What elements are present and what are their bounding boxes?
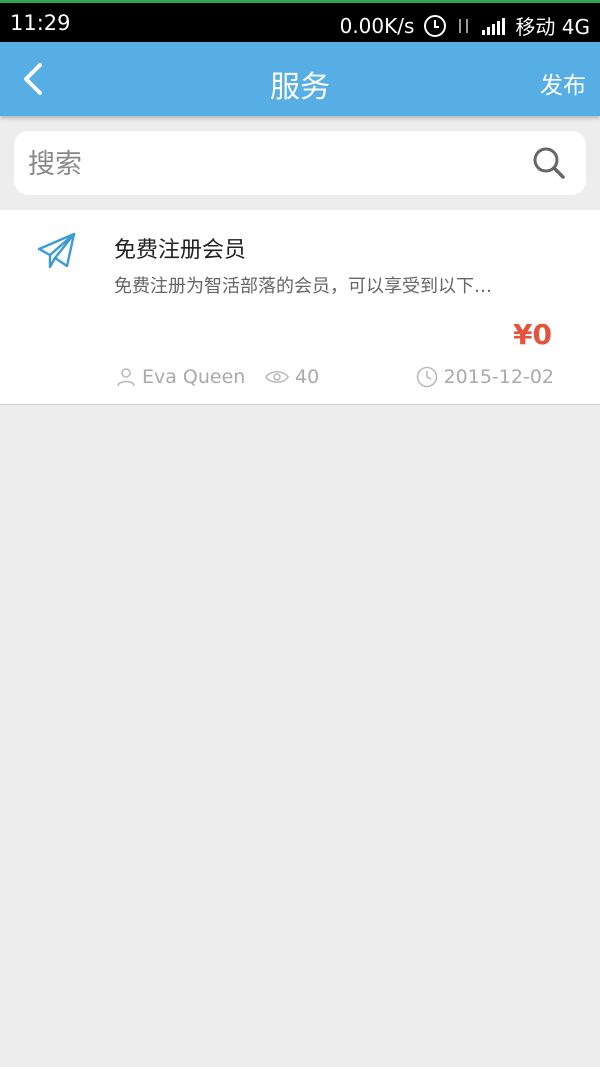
app-bar: 服务 发布: [0, 42, 600, 116]
status-time: 11:29: [10, 11, 71, 35]
item-price: ¥0: [513, 318, 552, 351]
item-date: 2015-12-02: [416, 366, 554, 388]
carrier-label: 移动 4G: [515, 15, 590, 39]
list-item[interactable]: 免费注册会员 免费注册为智活部落的会员，可以享受到以下… ¥0 Eva Quee…: [0, 210, 600, 405]
alarm-icon: [424, 14, 447, 37]
data-transfer-icon: [456, 17, 472, 35]
signal-icon: [482, 17, 506, 35]
clock-icon: [416, 366, 437, 388]
status-right: 0.00K/s 移动 4G: [340, 11, 590, 40]
author-name: Eva Queen: [142, 366, 246, 388]
item-description: 免费注册为智活部落的会员，可以享受到以下…: [114, 276, 492, 297]
item-views: 40: [265, 366, 319, 388]
search-bar: [14, 131, 586, 195]
search-input[interactable]: [26, 141, 520, 187]
status-bar: 11:29 0.00K/s 移动 4G: [0, 0, 600, 42]
network-speed: 0.00K/s: [339, 13, 415, 38]
item-author: Eva Queen: [116, 366, 245, 388]
view-count: 40: [295, 366, 320, 388]
user-icon: [117, 368, 135, 387]
item-title: 免费注册会员: [114, 238, 247, 263]
search-icon[interactable]: [532, 146, 566, 180]
eye-icon: [265, 370, 289, 384]
date-text: 2015-12-02: [443, 366, 554, 388]
page-title: 服务: [270, 70, 330, 105]
paper-plane-icon: [37, 232, 76, 269]
publish-button[interactable]: 发布: [540, 66, 586, 100]
